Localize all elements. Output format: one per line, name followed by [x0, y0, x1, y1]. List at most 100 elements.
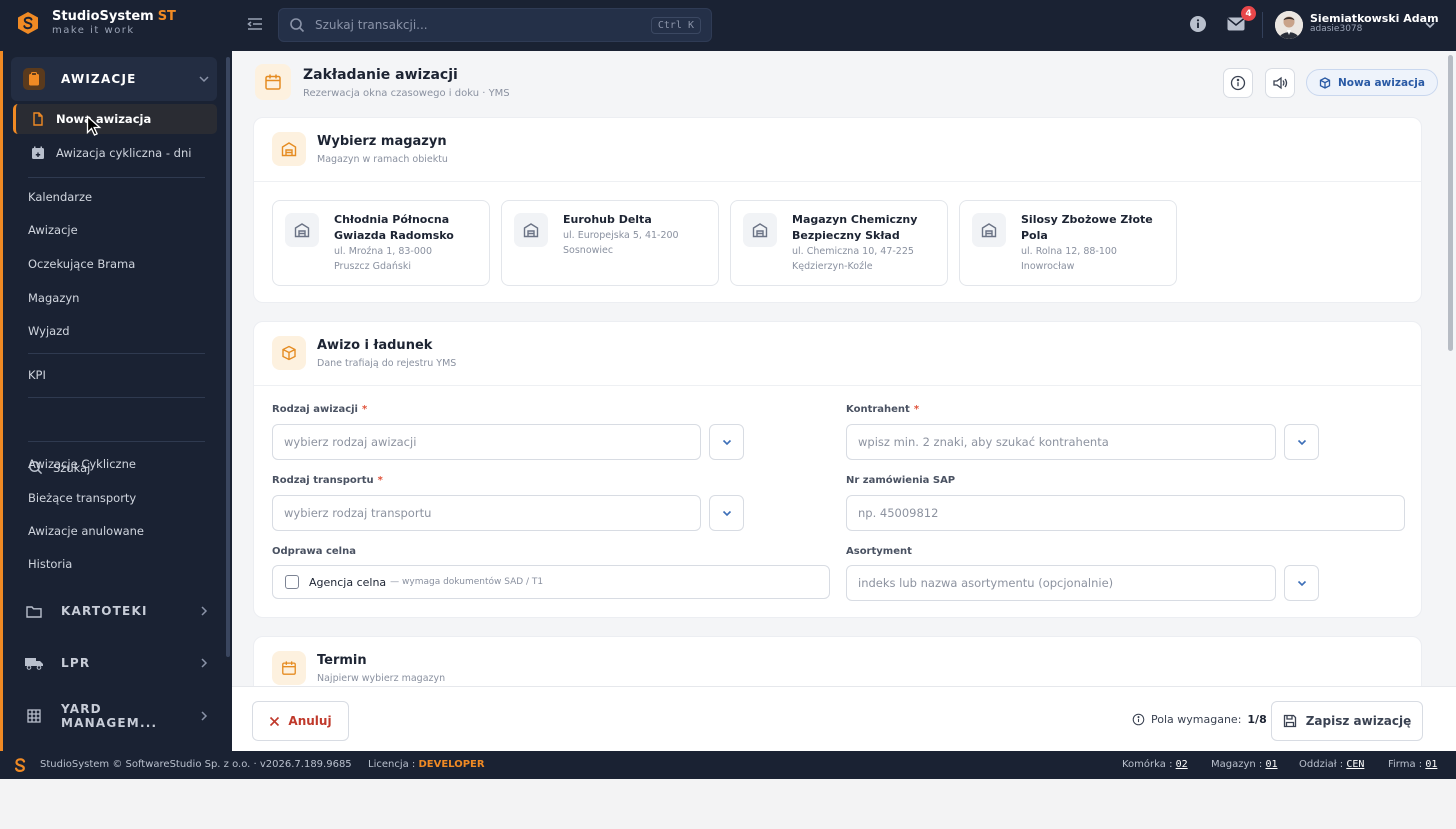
save-label: Zapisz awizację [1305, 714, 1412, 728]
required-fields-count: 1/8 [1247, 713, 1267, 726]
warehouse-option[interactable]: Eurohub Delta ul. Europejska 5, 41-200 S… [501, 200, 719, 286]
sidebar-item-wyjazd[interactable]: Wyjazd [28, 324, 70, 338]
new-awizacja-button[interactable]: Nowa awizacja [1306, 69, 1438, 96]
oddzial-info[interactable]: Oddział : CEN [1299, 759, 1364, 770]
label-text: Kontrahent [846, 404, 910, 415]
sidebar-item-biezace-transporty[interactable]: Bieżące transporty [28, 491, 136, 505]
nr-sap-input[interactable] [846, 495, 1405, 531]
sidebar-item-kalendarze[interactable]: Kalendarze [28, 190, 92, 204]
brand-name: StudioSystem ST [52, 10, 176, 24]
warehouse-address: ul. Chemiczna 10, 47-225 [792, 246, 914, 257]
warehouse-city: Inowrocław [1021, 260, 1075, 272]
asortyment-label: Asortyment [846, 546, 912, 557]
calendar-icon [255, 64, 291, 100]
firma-value: 01 [1425, 759, 1438, 770]
search-bar[interactable]: Ctrl K [278, 8, 712, 42]
chevron-down-icon[interactable] [1423, 18, 1437, 32]
chevron-down-icon [1297, 439, 1306, 446]
divider [28, 177, 205, 178]
agencja-celna-checkbox-row[interactable]: Agencja celna — wymaga dokumentów SAD / … [272, 565, 830, 599]
firma-info[interactable]: Firma : 01 [1388, 759, 1437, 770]
rodzaj-transportu-dropdown-button[interactable] [709, 495, 744, 531]
sidebar-section-lpr[interactable]: LPR [11, 641, 217, 685]
sidebar-section-awizacje[interactable]: AWIZACJE [11, 57, 217, 101]
sidebar-item-oczekujace-brama[interactable]: Oczekujące Brama [28, 257, 135, 271]
sidebar-item-kpi[interactable]: KPI [28, 368, 46, 382]
warehouse-city: Sosnowiec [563, 244, 614, 256]
magazyn-label: Magazyn : [1211, 759, 1263, 770]
user-avatar-icon [1275, 11, 1303, 39]
save-button[interactable]: Zapisz awizację [1271, 701, 1423, 741]
card-subtitle: Magazyn w ramach obiektu [317, 154, 448, 165]
truck-icon [23, 652, 45, 674]
rodzaj-awizacji-select[interactable] [272, 424, 701, 460]
rodzaj-awizacji-label: Rodzaj awizacji * [272, 404, 367, 415]
page-title: Zakładanie awizacji [303, 67, 458, 83]
calendar-icon [272, 651, 306, 685]
info-button[interactable] [1188, 14, 1208, 34]
cancel-button[interactable]: Anuluj [252, 701, 349, 741]
kontrahent-dropdown-button[interactable] [1284, 424, 1319, 460]
sidebar-item-awizacje[interactable]: Awizacje [28, 223, 78, 237]
warehouse-name: Silosy Zbożowe Złote Pola [1021, 213, 1153, 242]
avatar[interactable] [1275, 11, 1303, 39]
sidebar-item-awizacje-anulowane[interactable]: Awizacje anulowane [28, 524, 144, 538]
warehouse-option[interactable]: Silosy Zbożowe Złote Pola ul. Rolna 12, … [959, 200, 1177, 286]
section-label: AWIZACJE [61, 72, 137, 86]
divider [254, 385, 1421, 386]
kontrahent-input[interactable] [846, 424, 1276, 460]
search-input[interactable] [315, 18, 651, 32]
warehouse-option[interactable]: Chłodnia Północna Gwiazda Radomsko ul. M… [272, 200, 490, 286]
app-window: StudioSystemST make it work Ctrl K 4 [0, 0, 1456, 779]
sidebar-section-kartoteki[interactable]: KARTOTEKI [11, 589, 217, 633]
divider [28, 353, 205, 354]
sidebar-item-label: Awizacja cykliczna - dni [56, 146, 192, 160]
sidebar-item-magazyn[interactable]: Magazyn [28, 291, 79, 305]
magazyn-value: 01 [1265, 759, 1278, 770]
warehouse-name: Chłodnia Północna Gwiazda Radomsko [334, 213, 454, 242]
action-bar: Anuluj Pola wymagane: 1/8 Zapisz awizacj… [232, 686, 1456, 751]
menu-toggle-icon[interactable] [246, 15, 264, 33]
divider [28, 441, 205, 442]
warehouse-icon [743, 213, 777, 247]
page-subtitle: Rezerwacja okna czasowego i doku · YMS [303, 88, 510, 99]
info-button[interactable] [1223, 68, 1253, 98]
brand[interactable]: StudioSystem ST make it work [16, 10, 176, 36]
magazyn-info[interactable]: Magazyn : 01 [1211, 759, 1278, 770]
sidebar-item-awizacje-cykliczne[interactable]: Awizacje Cykliczne [28, 457, 136, 471]
sidebar-item-nowa-awizacja[interactable]: Nowa awizacja [13, 104, 217, 134]
rodzaj-transportu-select[interactable] [272, 495, 701, 531]
card-title: Wybierz magazyn [317, 134, 447, 149]
sound-button[interactable] [1265, 68, 1295, 98]
info-icon [1190, 16, 1206, 32]
sidebar-item-historia[interactable]: Historia [28, 557, 72, 571]
warehouse-address: ul. Mroźna 1, 83-000 [334, 246, 432, 257]
divider [28, 397, 205, 398]
rodzaj-awizacji-dropdown-button[interactable] [709, 424, 744, 460]
asortyment-input[interactable] [846, 565, 1276, 601]
user-login: adasie3078 [1310, 24, 1363, 35]
card-title: Awizo i ładunek [317, 338, 433, 353]
brand-tagline: make it work [52, 24, 135, 36]
warehouse-city: Kędzierzyn-Koźle [792, 260, 873, 272]
sidebar-item-awizacja-cykliczna[interactable]: Awizacja cykliczna - dni [13, 138, 217, 168]
warehouse-option[interactable]: Magazyn Chemiczny Bezpieczny Skład ul. C… [730, 200, 948, 286]
warehouse-icon [972, 213, 1006, 247]
required-fields-status: Pola wymagane: 1/8 [1132, 713, 1267, 726]
user-menu[interactable]: Siemiatkowski Adam adasie3078 [1310, 12, 1439, 35]
close-icon [270, 716, 280, 726]
main-scrollbar[interactable] [1448, 55, 1453, 351]
sidebar-scrollbar[interactable] [226, 57, 230, 657]
asortyment-dropdown-button[interactable] [1284, 565, 1319, 601]
document-icon [33, 112, 43, 126]
section-label: YARD MANAGEM... [61, 702, 158, 730]
chevron-right-icon [201, 658, 208, 668]
agencja-celna-checkbox[interactable] [285, 575, 299, 589]
sidebar-section-yard-management[interactable]: YARD MANAGEM... [11, 694, 217, 738]
warehouse-city: Pruszcz Gdański [334, 260, 411, 272]
warehouse-icon [285, 213, 319, 247]
divider [1262, 12, 1263, 38]
komorka-info[interactable]: Komórka : 02 [1122, 759, 1188, 770]
notification-badge: 4 [1241, 6, 1256, 21]
warehouse-card: Wybierz magazyn Magazyn w ramach obiektu… [253, 117, 1422, 303]
